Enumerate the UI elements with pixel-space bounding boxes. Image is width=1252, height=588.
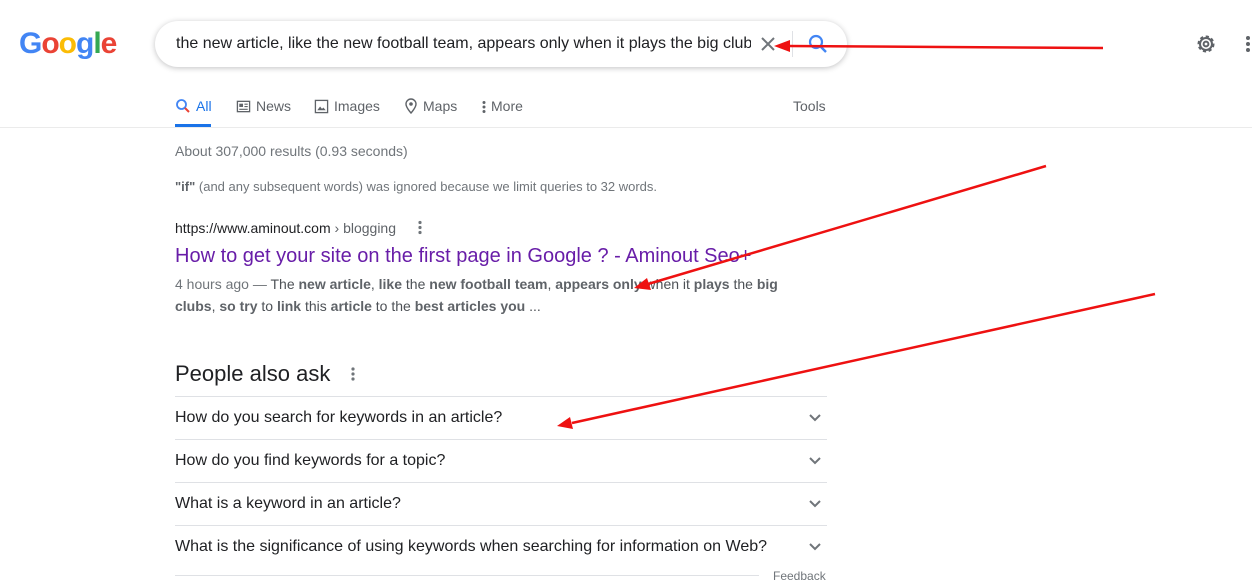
tab-maps[interactable]: Maps: [404, 95, 457, 117]
close-icon: [761, 37, 775, 51]
result-url[interactable]: https://www.aminout.com › blogging: [175, 218, 396, 238]
paa-question-text: How do you search for keywords in an art…: [175, 409, 503, 426]
chevron-down-icon: [809, 500, 821, 508]
logo-letter: l: [93, 27, 101, 60]
result-stats: About 307,000 results (0.93 seconds): [175, 143, 408, 159]
tools-button[interactable]: Tools: [793, 95, 826, 117]
snippet-keyword: new football team: [429, 276, 548, 292]
snippet-fragment: ,: [370, 276, 379, 292]
paa-bottom-divider: [175, 575, 759, 576]
image-icon: [314, 99, 329, 114]
snippet-keyword: best articles you: [414, 298, 526, 314]
snippet-fragment: to: [257, 298, 277, 314]
tabs-divider: [0, 127, 1252, 128]
more-vert-icon: [482, 101, 486, 113]
tab-images[interactable]: Images: [314, 95, 380, 117]
search-button[interactable]: [806, 32, 830, 56]
settings-button[interactable]: [1194, 32, 1218, 56]
snippet-keyword: like: [378, 276, 403, 292]
snippet-fragment: the: [402, 276, 430, 292]
tab-label: Maps: [423, 98, 458, 114]
tab-label: Images: [334, 98, 380, 114]
tab-label: More: [491, 98, 523, 114]
result-options-button[interactable]: [412, 218, 428, 238]
notice-text: (and any subsequent words) was ignored b…: [195, 179, 658, 194]
news-icon: [236, 100, 251, 113]
snippet-keyword: new article: [298, 276, 371, 292]
result-date: 4 hours ago —: [175, 276, 271, 292]
query-limit-notice: "if" (and any subsequent words) was igno…: [175, 178, 657, 196]
snippet-fragment: this: [301, 298, 331, 314]
more-vert-icon: [418, 220, 422, 235]
snippet-keyword: link: [276, 298, 302, 314]
search-box: the new article, like the new football t…: [155, 21, 847, 67]
apps-button[interactable]: [1240, 36, 1252, 52]
people-also-ask-options-button[interactable]: [345, 363, 361, 385]
logo-letter: g: [76, 27, 94, 60]
result-domain: https://www.aminout.com: [175, 220, 331, 236]
more-vert-icon: [351, 367, 355, 381]
snippet-fragment: when it: [641, 276, 694, 292]
tab-label: News: [256, 98, 292, 114]
map-pin-icon: [405, 98, 417, 115]
paa-question-text: What is the significance of using keywor…: [175, 538, 768, 555]
google-logo[interactable]: Google: [19, 26, 118, 62]
chevron-down-icon: [809, 543, 821, 551]
people-also-ask-list: How do you search for keywords in an art…: [175, 396, 827, 568]
search-icon: [176, 99, 190, 113]
result-snippet: 4 hours ago — The new article, like the …: [175, 273, 785, 317]
snippet-fragment: ...: [525, 298, 541, 314]
chevron-down-icon: [809, 414, 821, 422]
paa-question[interactable]: What is a keyword in an article?: [175, 482, 827, 525]
search-box-divider: [792, 31, 793, 57]
logo-letter: o: [58, 27, 77, 60]
clear-search-button[interactable]: [756, 32, 780, 56]
paa-question[interactable]: How do you search for keywords in an art…: [175, 396, 827, 439]
chevron-down-icon: [809, 457, 821, 465]
result-breadcrumb: › blogging: [330, 220, 397, 236]
snippet-fragment: to the: [371, 298, 415, 314]
result-title-link[interactable]: How to get your site on the first page i…: [175, 243, 751, 269]
feedback-link[interactable]: Feedback: [773, 568, 826, 584]
paa-question[interactable]: What is the significance of using keywor…: [175, 525, 827, 568]
snippet-keyword: article: [330, 298, 372, 314]
snippet-keyword: so try: [219, 298, 258, 314]
snippet-keyword: plays: [693, 276, 730, 292]
logo-letter: G: [19, 27, 42, 60]
paa-question-text: How do you find keywords for a topic?: [175, 452, 446, 469]
tab-all[interactable]: All: [175, 95, 212, 117]
paa-question-text: What is a keyword in an article?: [175, 495, 401, 512]
snippet-fragment: The: [270, 276, 299, 292]
people-also-ask-heading: People also ask: [175, 361, 331, 386]
tab-label: All: [196, 98, 212, 114]
paa-question[interactable]: How do you find keywords for a topic?: [175, 439, 827, 482]
gear-icon: [1197, 35, 1215, 53]
apps-grid-icon: [1246, 36, 1250, 52]
ignored-term: "if": [175, 179, 196, 194]
snippet-keyword: appears only: [555, 276, 642, 292]
tab-more[interactable]: More: [481, 95, 523, 117]
snippet-fragment: the: [729, 276, 757, 292]
logo-letter: o: [41, 27, 59, 60]
tab-news[interactable]: News: [236, 95, 291, 117]
search-input[interactable]: the new article, like the new football t…: [176, 21, 751, 67]
search-icon: [808, 34, 827, 53]
logo-letter: e: [100, 27, 118, 60]
